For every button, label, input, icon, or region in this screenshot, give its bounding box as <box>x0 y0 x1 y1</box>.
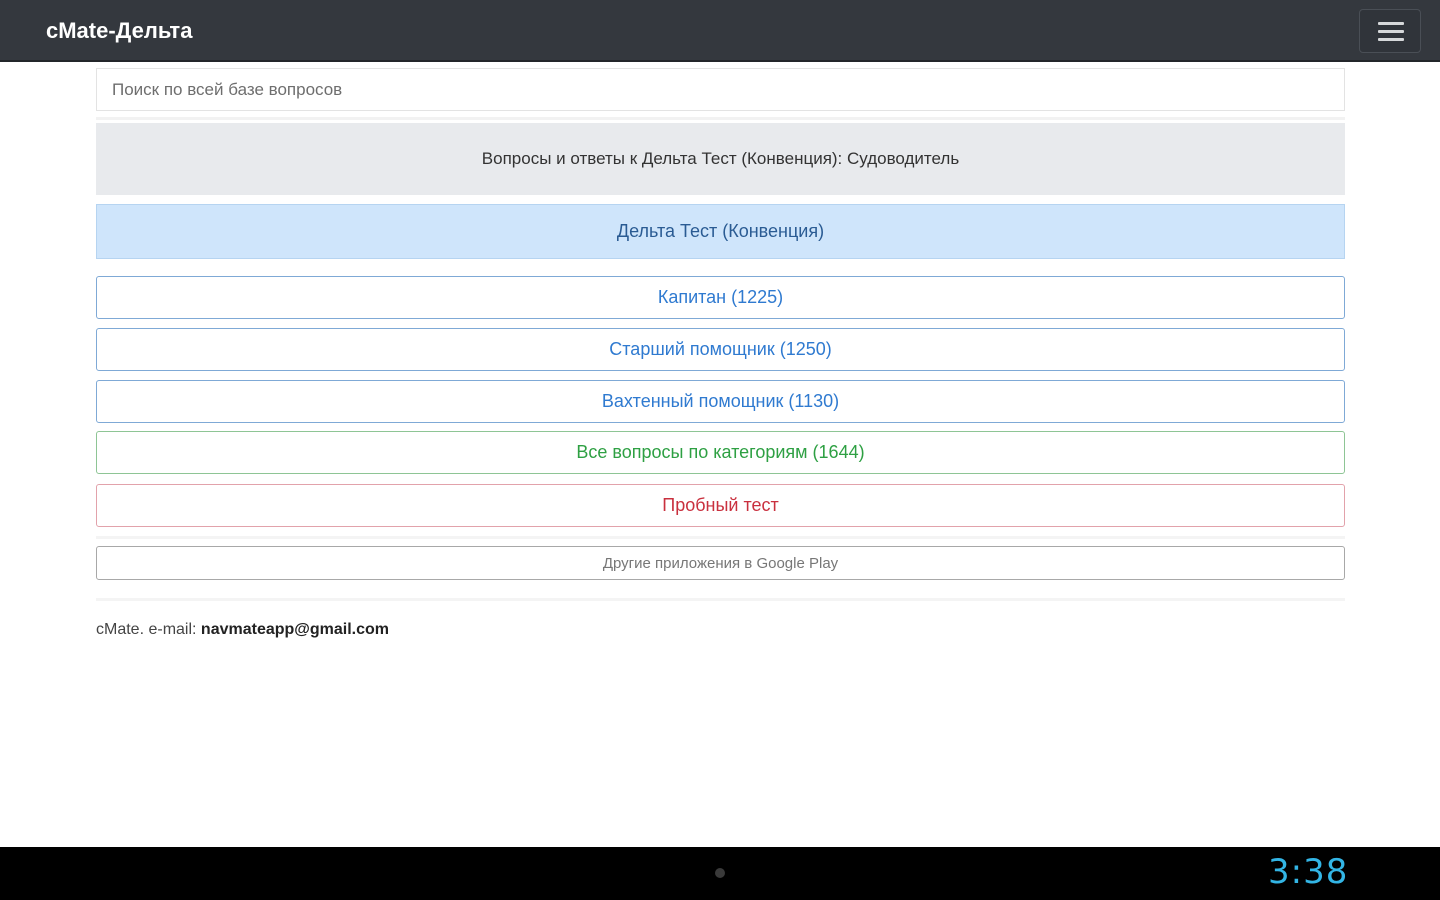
footer-prefix: cMate. e-mail: <box>96 621 201 638</box>
status-clock: 3:38 <box>1268 852 1349 892</box>
section-header-text: Вопросы и ответы к Дельта Тест (Конвенци… <box>481 149 960 168</box>
search-input[interactable] <box>96 68 1345 111</box>
chief-mate-button[interactable]: Старший помощник (1250) <box>96 328 1345 371</box>
all-questions-button[interactable]: Все вопросы по категориям (1644) <box>96 431 1345 474</box>
app-title: cMate-Дельта <box>46 18 193 43</box>
other-apps-button[interactable]: Другие приложения в Google Play <box>96 546 1345 580</box>
divider <box>96 598 1345 601</box>
selected-category-label: Дельта Тест (Конвенция) <box>616 221 825 241</box>
chief-mate-button-label: Старший помощник (1250) <box>609 339 832 359</box>
footer-email[interactable]: navmateapp@gmail.com <box>201 621 389 638</box>
other-apps-button-label: Другие приложения в Google Play <box>602 554 839 572</box>
menu-button[interactable] <box>1359 9 1421 53</box>
selected-category[interactable]: Дельта Тест (Конвенция) <box>96 204 1345 259</box>
divider <box>96 536 1345 539</box>
watch-officer-button[interactable]: Вахтенный помощник (1130) <box>96 380 1345 423</box>
nav-indicator-dot <box>715 868 725 878</box>
watch-officer-button-label: Вахтенный помощник (1130) <box>601 391 840 411</box>
captain-button[interactable]: Капитан (1225) <box>96 276 1345 319</box>
section-header: Вопросы и ответы к Дельта Тест (Конвенци… <box>96 123 1345 195</box>
trial-test-button-label: Пробный тест <box>662 495 779 515</box>
divider <box>96 117 1345 120</box>
captain-button-label: Капитан (1225) <box>657 287 784 307</box>
app-bar: cMate-Дельта <box>0 0 1440 62</box>
footer-contact: cMate. e-mail: navmateapp@gmail.com <box>96 621 389 639</box>
trial-test-button[interactable]: Пробный тест <box>96 484 1345 527</box>
all-questions-button-label: Все вопросы по категориям (1644) <box>576 442 865 462</box>
